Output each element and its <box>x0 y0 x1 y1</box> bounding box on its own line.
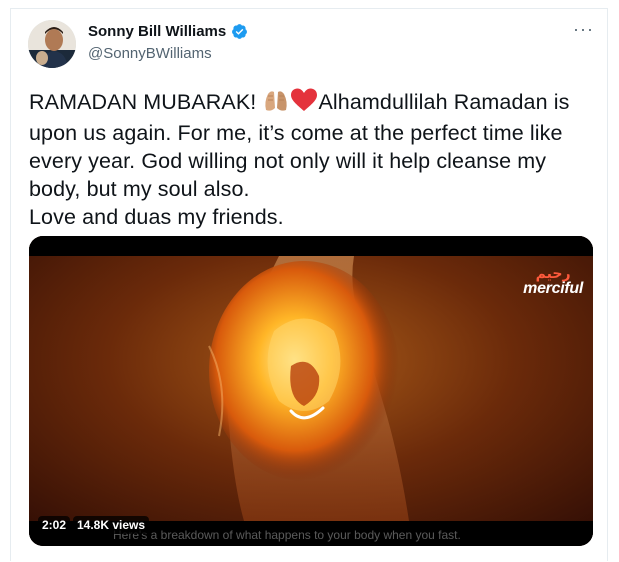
author-name-row[interactable]: Sonny Bill Williams <box>88 23 248 40</box>
tweet-paragraph-2: Love and duas my friends. <box>29 205 284 229</box>
avatar[interactable] <box>28 20 76 68</box>
author-display-name[interactable]: Sonny Bill Williams <box>88 23 226 40</box>
praying-hands-emoji-icon <box>262 88 290 119</box>
video-duration-badge: 2:02 <box>38 516 71 534</box>
video-thumbnail <box>29 236 593 546</box>
verified-badge-icon <box>232 24 248 39</box>
watermark-brand: merciful <box>523 280 583 297</box>
tweet-text-part-1: RAMADAN MUBARAK! <box>29 90 263 114</box>
video-views-badge: 14.8K views <box>73 516 150 534</box>
video-player[interactable]: رحيم merciful Here's a breakdown of what… <box>29 236 593 546</box>
avatar-image <box>28 20 76 68</box>
red-heart-emoji-icon <box>290 88 318 119</box>
merciful-watermark: رحيم merciful <box>523 266 583 298</box>
more-options-icon[interactable]: ··· <box>573 20 594 38</box>
tweet-text: RAMADAN MUBARAK! Alhamdullilah Ramadan i… <box>29 88 599 231</box>
video-subtitle: Here's a breakdown of what happens to yo… <box>113 528 461 542</box>
tweet-paragraph-1: RAMADAN MUBARAK! Alhamdullilah Ramadan i… <box>29 88 599 203</box>
watermark-arabic: رحيم <box>535 265 571 281</box>
author-handle[interactable]: @SonnyBWilliams <box>88 45 212 62</box>
